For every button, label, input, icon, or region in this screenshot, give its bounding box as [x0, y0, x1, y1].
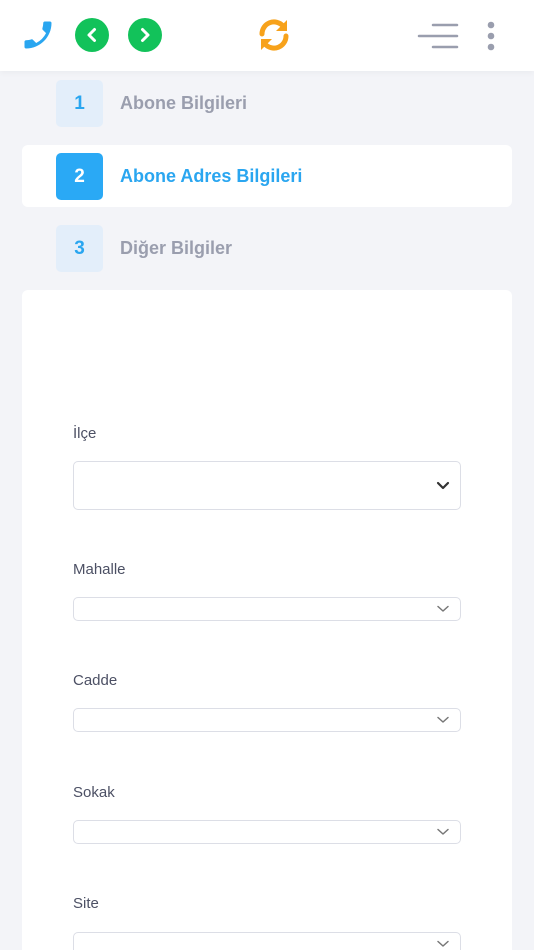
step-number: 3	[56, 225, 103, 272]
top-toolbar	[0, 0, 534, 71]
step-label: Diğer Bilgiler	[120, 237, 233, 258]
chevron-down-icon	[436, 828, 450, 836]
step-2[interactable]: 2 Abone Adres Bilgileri	[22, 145, 512, 207]
menu-button[interactable]	[417, 20, 459, 52]
more-vertical-icon	[487, 21, 495, 51]
site-select[interactable]	[73, 932, 461, 950]
chevron-right-icon	[141, 28, 150, 42]
chevron-down-icon	[436, 940, 450, 948]
refresh-button[interactable]	[252, 14, 296, 56]
mahalle-label: Mahalle	[73, 561, 126, 578]
hamburger-menu-icon	[417, 23, 459, 49]
cadde-select[interactable]	[73, 708, 461, 732]
mahalle-select[interactable]	[73, 597, 461, 621]
cadde-label: Cadde	[73, 672, 118, 689]
address-form-card: İlçe Mahalle Cadde Sokak Site	[22, 290, 512, 950]
forward-button[interactable]	[128, 18, 162, 52]
ilce-select[interactable]	[73, 461, 461, 510]
phone-icon[interactable]	[18, 15, 58, 55]
sokak-label: Sokak	[73, 784, 115, 801]
site-label: Site	[73, 895, 99, 912]
refresh-icon	[259, 19, 289, 51]
more-options-button[interactable]	[483, 20, 499, 52]
back-button[interactable]	[75, 18, 109, 52]
chevron-left-icon	[87, 28, 96, 42]
step-number: 2	[56, 153, 103, 200]
chevron-down-icon	[436, 716, 450, 724]
step-label: Abone Bilgileri	[120, 92, 248, 113]
step-1[interactable]: 1 Abone Bilgileri	[22, 72, 512, 134]
step-number: 1	[56, 80, 103, 127]
chevron-down-icon	[436, 605, 450, 613]
sokak-select[interactable]	[73, 820, 461, 844]
ilce-label: İlçe	[73, 425, 97, 442]
step-label: Abone Adres Bilgileri	[120, 165, 303, 186]
step-3[interactable]: 3 Diğer Bilgiler	[22, 217, 512, 279]
chevron-down-icon	[436, 481, 450, 491]
